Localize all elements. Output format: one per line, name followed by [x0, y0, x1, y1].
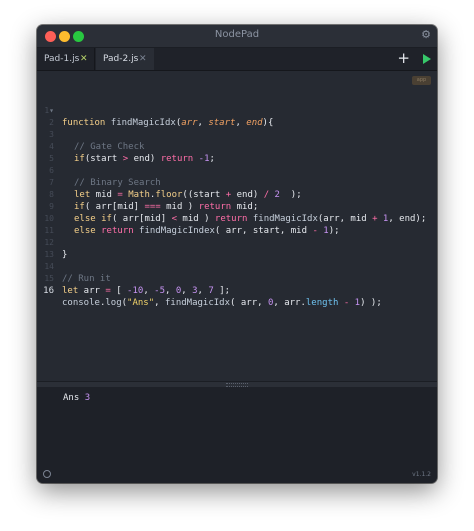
tab-bar: Pad-1.js ✕ Pad-2.js ✕ +	[37, 48, 437, 71]
code-line: 7 let mid = Math.floor((start + end) / 2…	[37, 165, 437, 200]
code-line: 12 }	[37, 225, 437, 260]
code-editor[interactable]: app 1▾ function findMagicIdx(arr, start,…	[37, 71, 437, 381]
line-number: 16	[43, 286, 54, 296]
code-line: 14 // Run it	[37, 249, 437, 284]
title-bar: NodePad ⚙	[37, 25, 437, 48]
language-badge: app	[412, 76, 431, 85]
code-line: 11	[37, 213, 437, 235]
app-title: NodePad	[214, 29, 260, 40]
code-line-active: 16 console.log("Ans", findMagicIdx( arr,…	[37, 273, 437, 308]
gear-icon[interactable]: ⚙	[421, 28, 431, 41]
code-line: 2	[37, 105, 437, 127]
version-label: v1.1.2	[412, 471, 431, 478]
app-window: NodePad ⚙ Pad-1.js ✕ Pad-2.js ✕ + app 1▾…	[37, 25, 437, 483]
code-line: 10 else return findMagicIndex( arr, star…	[37, 201, 437, 236]
close-tab-icon[interactable]: ✕	[80, 48, 88, 70]
tab-label: Pad-1.js	[44, 54, 80, 64]
tab-pad-2[interactable]: Pad-2.js ✕	[96, 48, 154, 70]
output-value: 3	[84, 393, 91, 403]
output-label: Ans	[63, 393, 80, 403]
run-icon[interactable]	[423, 54, 431, 64]
code-line: 8 if( arr[mid] === mid ) return mid;	[37, 177, 437, 212]
code-line: 13	[37, 237, 437, 259]
tab-label: Pad-2.js	[103, 54, 139, 64]
code-line: 5	[37, 141, 437, 163]
add-tab-icon[interactable]: +	[397, 49, 410, 67]
code-line: 1▾ function findMagicIdx(arr, start, end…	[37, 93, 437, 128]
code-line: 9 else if( arr[mid] < mid ) return findM…	[37, 189, 437, 224]
code-line: 15 let arr = [ -10, -5, 0, 3, 7 ];	[37, 261, 437, 296]
github-icon[interactable]	[43, 470, 51, 478]
code-line: 6 // Binary Search	[37, 153, 437, 188]
output-console: Ans 3 v1.1.2	[37, 387, 437, 483]
tab-pad-1[interactable]: Pad-1.js ✕	[37, 48, 95, 70]
code-line: 3 // Gate Check	[37, 117, 437, 152]
close-tab-icon[interactable]: ✕	[139, 48, 147, 70]
code-line: 4 if(start > end) return -1;	[37, 129, 437, 164]
console-output-line: Ans 3	[63, 393, 90, 403]
